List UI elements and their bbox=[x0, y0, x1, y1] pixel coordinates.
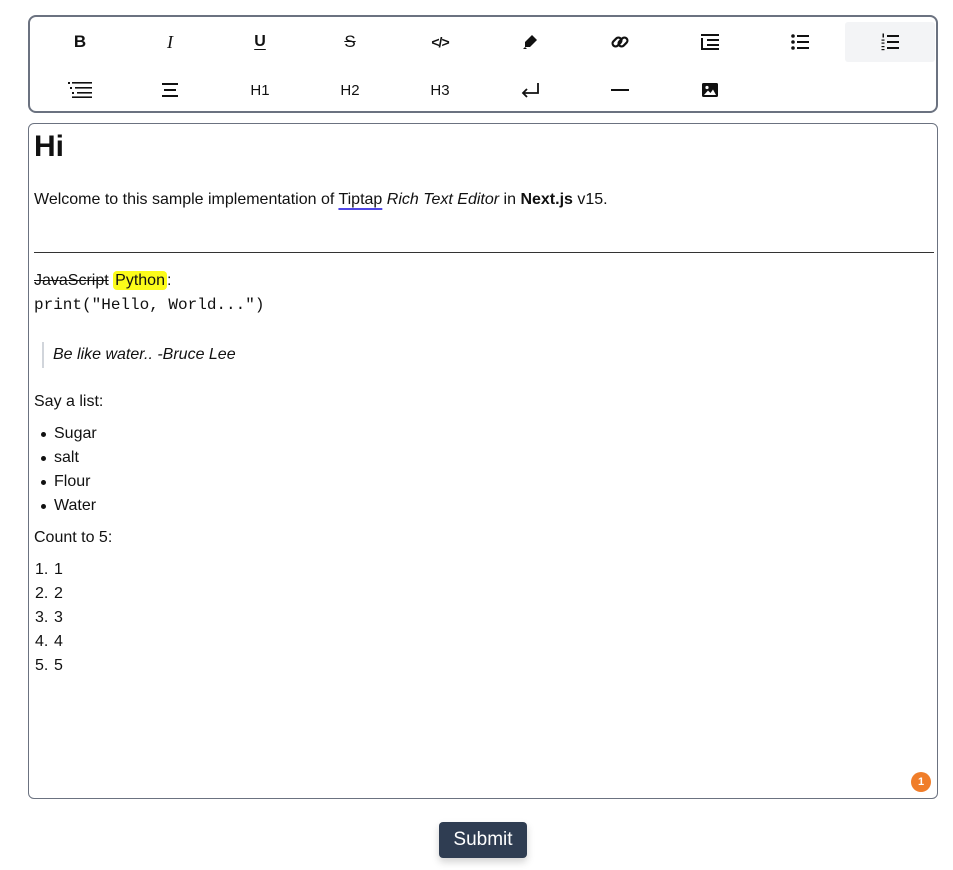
code-block-button[interactable] bbox=[665, 22, 755, 62]
align-center-button[interactable] bbox=[125, 70, 215, 110]
align-center-icon bbox=[162, 83, 178, 97]
language-line: JavaScript Python: bbox=[34, 271, 171, 291]
editor-toolbar: B I U S </> H1 H2 H3 bbox=[28, 15, 938, 113]
intro-italic: Rich Text Editor bbox=[382, 191, 500, 208]
bullet-icon bbox=[41, 456, 46, 461]
blockquote: Be like water.. -Bruce Lee bbox=[42, 342, 236, 368]
bullet-list-icon bbox=[791, 34, 809, 50]
list-item-text: 5 bbox=[54, 657, 63, 674]
code-line: print("Hello, World...") bbox=[34, 296, 265, 314]
notification-badge[interactable]: 1 bbox=[911, 772, 931, 792]
bullet-icon bbox=[41, 480, 46, 485]
ordered-list-button[interactable] bbox=[845, 22, 935, 62]
ordered-list: 1. 1 2. 2 3. 3 4. 4 5. 5 bbox=[34, 558, 63, 678]
list-item-text: Sugar bbox=[54, 425, 97, 442]
italic-icon: I bbox=[167, 31, 173, 52]
italic-button[interactable]: I bbox=[125, 22, 215, 62]
list-item: 4. 4 bbox=[34, 630, 63, 654]
link-button[interactable] bbox=[575, 22, 665, 62]
count-intro: Count to 5: bbox=[34, 529, 113, 546]
list-number: 3. bbox=[35, 609, 49, 626]
list-number: 5. bbox=[35, 657, 49, 674]
heading1-label: H1 bbox=[250, 81, 270, 99]
list-item-text: Flour bbox=[54, 473, 91, 490]
bullet-list-button[interactable] bbox=[755, 22, 845, 62]
list-item: Sugar bbox=[34, 422, 97, 446]
rich-text-editor[interactable]: Hi Welcome to this sample implementation… bbox=[28, 123, 938, 799]
minus-icon bbox=[611, 89, 629, 91]
hard-break-button[interactable] bbox=[485, 70, 575, 110]
list-item: 1. 1 bbox=[34, 558, 63, 582]
bold-button[interactable]: B bbox=[35, 22, 125, 62]
bullet-icon bbox=[41, 504, 46, 509]
list-item: 5. 5 bbox=[34, 654, 63, 678]
struck-text: JavaScript bbox=[34, 272, 109, 289]
blockquote-button[interactable] bbox=[35, 70, 125, 110]
submit-button[interactable]: Submit bbox=[439, 822, 527, 858]
code-button[interactable]: </> bbox=[395, 22, 485, 62]
intro-paragraph: Welcome to this sample implementation of… bbox=[34, 190, 608, 210]
list-item-text: 1 bbox=[54, 561, 63, 578]
link-icon bbox=[611, 36, 629, 48]
intro-bold: Next.js bbox=[520, 191, 573, 208]
list-item-text: salt bbox=[54, 449, 79, 466]
list-number: 4. bbox=[35, 633, 49, 650]
indent-list-icon bbox=[701, 34, 719, 50]
heading2-button[interactable]: H2 bbox=[305, 70, 395, 110]
highlighted-text: Python bbox=[113, 271, 167, 290]
image-button[interactable] bbox=[665, 70, 755, 110]
bullet-list: Sugar salt Flour Water bbox=[34, 422, 97, 518]
list-item: 3. 3 bbox=[34, 606, 63, 630]
horizontal-rule bbox=[34, 252, 934, 253]
heading2-label: H2 bbox=[340, 81, 360, 99]
list-item-text: Water bbox=[54, 497, 97, 514]
list-item-text: 4 bbox=[54, 633, 63, 650]
highlighter-icon bbox=[523, 35, 537, 49]
list-item: Water bbox=[34, 494, 97, 518]
strikethrough-button[interactable]: S bbox=[305, 22, 395, 62]
editor-heading: Hi bbox=[34, 130, 64, 163]
list-item: 2. 2 bbox=[34, 582, 63, 606]
list-intro: Say a list: bbox=[34, 393, 104, 410]
list-number: 2. bbox=[35, 585, 49, 602]
list-item-text: 2 bbox=[54, 585, 63, 602]
bold-icon: B bbox=[73, 32, 87, 51]
list-item: Flour bbox=[34, 470, 97, 494]
code-icon: </> bbox=[431, 34, 449, 50]
heading3-label: H3 bbox=[430, 81, 450, 99]
ordered-list-icon bbox=[881, 33, 899, 51]
heading3-button[interactable]: H3 bbox=[395, 70, 485, 110]
text-indent-icon bbox=[68, 82, 92, 98]
tiptap-link[interactable]: Tiptap bbox=[338, 191, 382, 208]
enter-icon bbox=[521, 83, 539, 98]
strikethrough-icon: S bbox=[344, 32, 356, 51]
intro-text: Welcome to this sample implementation of bbox=[34, 191, 339, 208]
image-icon bbox=[702, 83, 718, 97]
underline-icon: U bbox=[254, 33, 266, 50]
horizontal-rule-button[interactable] bbox=[575, 70, 665, 110]
list-item: salt bbox=[34, 446, 97, 470]
list-item-text: 3 bbox=[54, 609, 63, 626]
heading1-button[interactable]: H1 bbox=[215, 70, 305, 110]
underline-button[interactable]: U bbox=[215, 22, 305, 62]
highlight-button[interactable] bbox=[485, 22, 575, 62]
list-number: 1. bbox=[35, 561, 49, 578]
bullet-icon bbox=[41, 432, 46, 437]
intro-after: v15. bbox=[572, 191, 608, 208]
language-suffix: : bbox=[166, 272, 172, 289]
intro-mid: in bbox=[499, 191, 521, 208]
